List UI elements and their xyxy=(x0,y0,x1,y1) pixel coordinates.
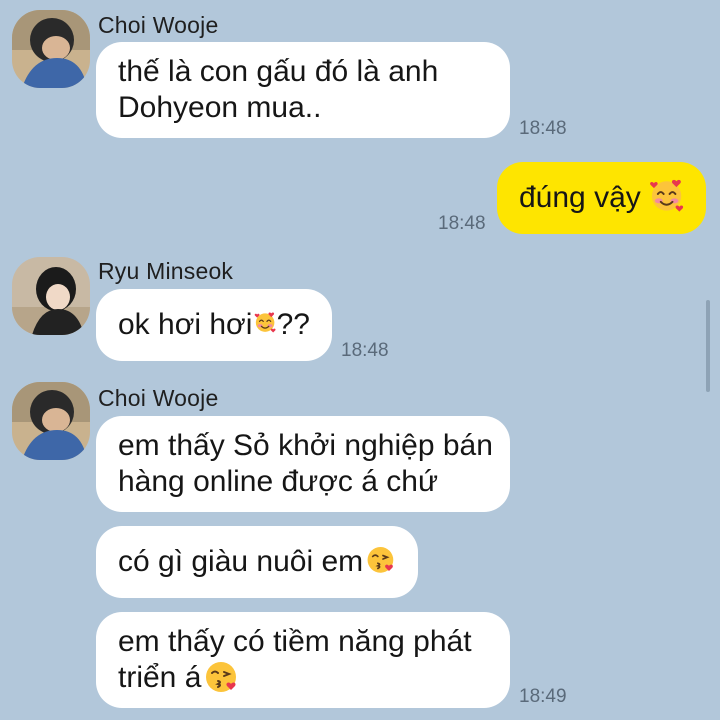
message-time: 18:48 xyxy=(341,340,389,361)
smiling-face-with-hearts-icon xyxy=(254,311,277,334)
message-bubble[interactable]: thế là con gấu đó là anh Dohyeon mua.. xyxy=(96,42,510,138)
sender-name: Ryu Minseok xyxy=(98,258,234,284)
message-bubble-outgoing[interactable]: đúng vậy xyxy=(497,162,706,234)
message-line: Dohyeon mua.. xyxy=(118,91,322,124)
message-bubble[interactable]: ok hơi hơi ?? xyxy=(96,289,332,361)
message-text: có gì giàu nuôi em xyxy=(118,545,364,578)
face-blowing-kiss-icon xyxy=(366,546,395,574)
message-bubble[interactable]: em thấy có tiềm năng phát triển á xyxy=(96,612,510,708)
scrollbar[interactable] xyxy=(706,300,710,392)
message-time: 18:49 xyxy=(519,686,567,707)
avatar-choi-wooje[interactable] xyxy=(12,10,90,88)
message-text-suffix: ?? xyxy=(276,308,310,341)
message-line: thế là con gấu đó là anh xyxy=(118,55,439,88)
message-line: em thấy có tiềm năng phát xyxy=(118,625,472,658)
message-time: 18:48 xyxy=(519,118,567,139)
message-text: đúng vậy xyxy=(519,181,641,214)
message-bubble[interactable]: có gì giàu nuôi em xyxy=(96,526,418,598)
sender-name: Choi Wooje xyxy=(98,12,219,38)
message-text: ok hơi hơi xyxy=(118,308,253,341)
face-blowing-kiss-icon xyxy=(205,661,238,694)
message-line: triển á xyxy=(118,661,202,694)
sender-name: Choi Wooje xyxy=(98,385,219,411)
message-line: hàng online được á chứ xyxy=(118,465,439,498)
chat-room[interactable]: Choi Wooje thế là con gấu đó là anh Dohy… xyxy=(0,0,720,720)
avatar-choi-wooje[interactable] xyxy=(12,382,90,460)
smiling-face-with-hearts-icon xyxy=(648,178,684,213)
avatar-ryu-minseok[interactable] xyxy=(12,257,90,335)
message-bubble[interactable]: em thấy Sỏ khởi nghiệp bán hàng online đ… xyxy=(96,416,510,512)
message-line: em thấy Sỏ khởi nghiệp bán xyxy=(118,429,493,462)
message-time: 18:48 xyxy=(438,213,486,234)
